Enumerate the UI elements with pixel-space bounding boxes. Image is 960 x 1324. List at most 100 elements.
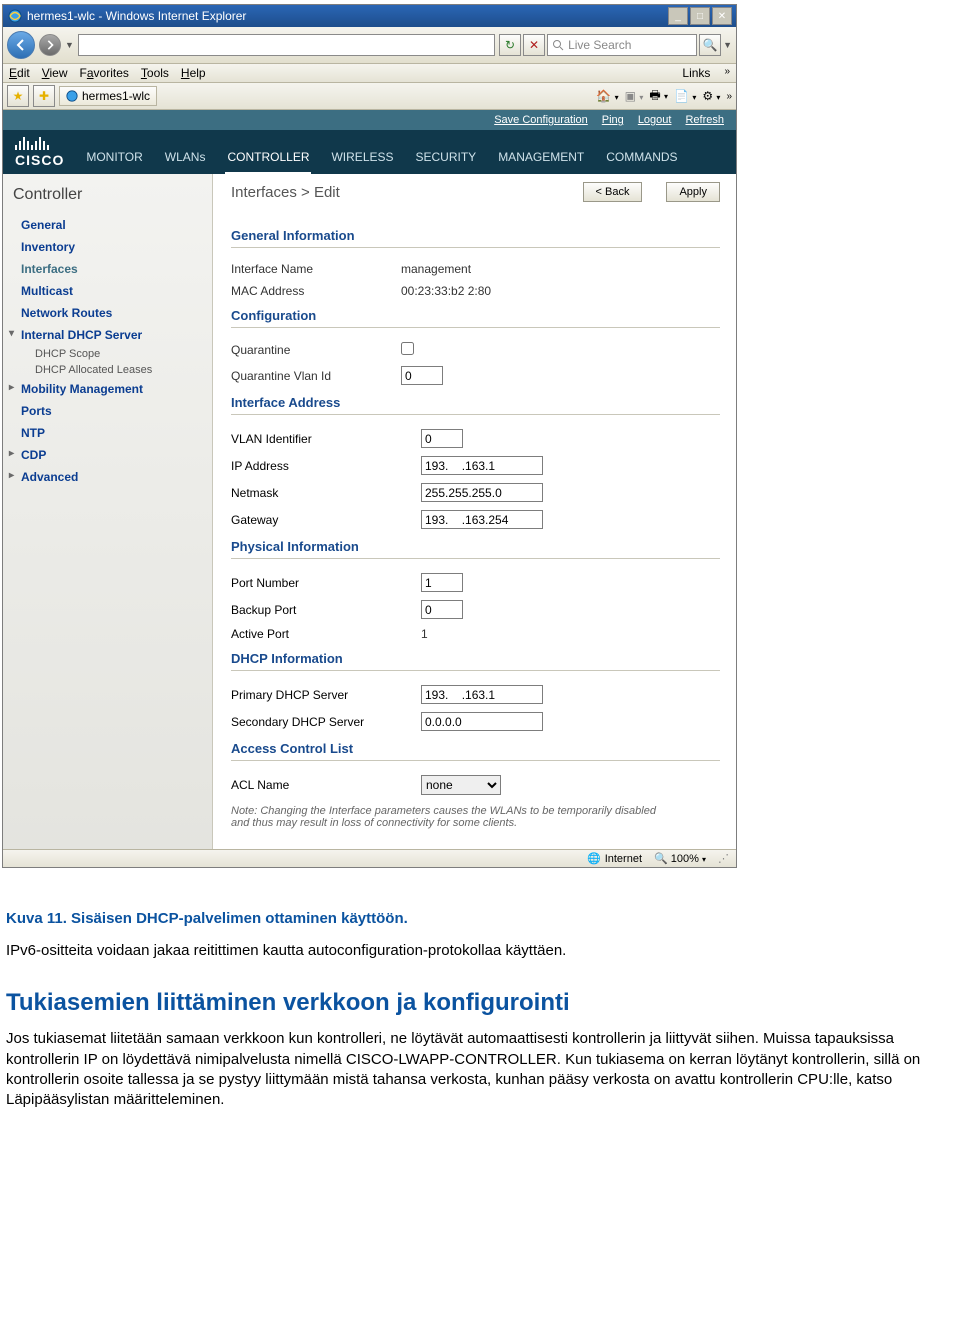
backup-port-input[interactable] [421,600,463,619]
tab-wireless[interactable]: WIRELESS [329,144,395,174]
window-title: hermes1-wlc - Windows Internet Explorer [27,9,668,23]
menu-edit[interactable]: Edit [9,66,30,80]
value-active-port: 1 [421,627,428,641]
tab-commands[interactable]: COMMANDS [604,144,679,174]
resize-grip-icon[interactable]: ⋰ [718,852,730,865]
label-netmask: Netmask [231,486,421,500]
menu-favorites[interactable]: Favorites [80,66,129,80]
menu-help[interactable]: Help [181,66,206,80]
label-gateway: Gateway [231,513,421,527]
doc-heading: Tukiasemien liittäminen verkkoon ja konf… [6,989,954,1017]
search-placeholder: Live Search [568,38,631,52]
sidebar-sub-dhcp-scope[interactable]: DHCP Scope [7,346,208,362]
maximize-button[interactable]: □ [690,7,710,25]
globe-icon: 🌐 [587,852,601,865]
back-nav-button[interactable] [7,31,35,59]
home-icon[interactable]: 🏠 ▾ [596,89,618,103]
sidebar-item-advanced[interactable]: Advanced [7,466,208,488]
doc-paragraph-2: Jos tukiasemat liitetään samaan verkkoon… [6,1029,954,1110]
security-zone: 🌐 Internet [587,852,642,865]
minimize-button[interactable]: _ [668,7,688,25]
ping-link[interactable]: Ping [602,114,624,126]
search-go-button[interactable]: 🔍 [699,34,721,56]
quarantine-vlan-input[interactable] [401,366,443,385]
label-backup-port: Backup Port [231,603,421,617]
nav-dropdown-icon[interactable]: ▼ [65,40,74,50]
sidebar-item-ntp[interactable]: NTP [7,422,208,444]
sidebar-item-general[interactable]: General [7,214,208,236]
refresh-link[interactable]: Refresh [685,114,724,126]
sidebar-sub-dhcp-alloc[interactable]: DHCP Allocated Leases [7,362,208,378]
search-dropdown-icon[interactable]: ▼ [723,40,732,50]
port-num-input[interactable] [421,573,463,592]
section-general: General Information [231,228,720,248]
browser-tab[interactable]: hermes1-wlc [59,86,157,106]
sidebar-item-network-routes[interactable]: Network Routes [7,302,208,324]
vlan-input[interactable] [421,429,463,448]
section-acl: Access Control List [231,741,720,761]
logout-link[interactable]: Logout [638,114,672,126]
menu-view[interactable]: View [42,66,68,80]
sidebar-item-cdp[interactable]: CDP [7,444,208,466]
menu-links[interactable]: Links [682,66,710,80]
label-secondary-dhcp: Secondary DHCP Server [231,715,421,729]
acl-name-select[interactable]: none [421,775,501,795]
back-button[interactable]: < Back [583,182,643,202]
refresh-icon[interactable]: ↻ [499,34,521,56]
label-quarantine: Quarantine [231,343,401,357]
print-icon[interactable]: 🖶 ▾ [649,86,668,107]
sidebar-item-multicast[interactable]: Multicast [7,280,208,302]
toolbar-overflow-icon[interactable]: » [726,91,732,102]
quarantine-checkbox[interactable] [401,342,414,355]
tab-security[interactable]: SECURITY [414,144,479,174]
address-bar[interactable] [78,34,495,56]
main-content: Interfaces > Edit < Back Apply General I… [213,174,736,849]
ie-titlebar: hermes1-wlc - Windows Internet Explorer … [3,5,736,27]
ie-logo-icon [7,8,23,24]
chevron-right-icon[interactable]: » [724,66,730,80]
netmask-input[interactable] [421,483,543,502]
ie-menubar: Edit View Favorites Tools Help Links » [3,64,736,83]
apply-button[interactable]: Apply [666,182,720,202]
secondary-dhcp-input[interactable] [421,712,543,731]
ip-input[interactable] [421,456,543,475]
page-icon[interactable]: 📄 ▾ [674,89,696,103]
label-quarantine-vlan: Quarantine Vlan Id [231,369,401,383]
section-phys: Physical Information [231,539,720,559]
save-config-link[interactable]: Save Configuration [494,114,588,126]
close-button[interactable]: ✕ [712,7,732,25]
gateway-input[interactable] [421,510,543,529]
value-mac: 00:23:33:b2 2:80 [401,284,491,298]
label-primary-dhcp: Primary DHCP Server [231,688,421,702]
label-active-port: Active Port [231,627,421,641]
tools-icon[interactable]: ⚙ ▾ [702,89,720,103]
figure-caption: Kuva 11. Sisäisen DHCP-palvelimen ottami… [6,910,954,927]
tab-management[interactable]: MANAGEMENT [496,144,586,174]
wlc-app: Save Configuration Ping Logout Refresh C… [3,110,736,849]
primary-dhcp-input[interactable] [421,685,543,704]
search-input[interactable]: Live Search [547,34,697,56]
tab-controller[interactable]: CONTROLLER [225,144,311,174]
ie-tab-row: ★ ✚ hermes1-wlc 🏠 ▾ ▣ ▾ 🖶 ▾ 📄 ▾ ⚙ ▾ » [3,83,736,110]
ie-statusbar: 🌐 Internet 🔍 100% ▾ ⋰ [3,849,736,867]
add-favorite-icon[interactable]: ✚ [33,85,55,107]
favorites-star-icon[interactable]: ★ [7,85,29,107]
forward-nav-button[interactable] [39,34,61,56]
feeds-icon[interactable]: ▣ ▾ [625,89,644,103]
section-dhcp: DHCP Information [231,651,720,671]
menu-tools[interactable]: Tools [141,66,169,80]
tab-monitor[interactable]: MONITOR [84,144,144,174]
sidebar-item-interfaces[interactable]: Interfaces [7,258,208,280]
tab-wlans[interactable]: WLANs [163,144,208,174]
label-interface-name: Interface Name [231,262,401,276]
ie-nav-row: ▼ ↻ ✕ Live Search 🔍 ▼ [3,27,736,64]
sidebar-item-mobility[interactable]: Mobility Management [7,378,208,400]
section-config: Configuration [231,308,720,328]
sidebar-item-internal-dhcp[interactable]: Internal DHCP Server [7,324,208,346]
wlc-header: Save Configuration Ping Logout Refresh C… [3,110,736,174]
sidebar-item-ports[interactable]: Ports [7,400,208,422]
sidebar-item-inventory[interactable]: Inventory [7,236,208,258]
stop-icon[interactable]: ✕ [523,34,545,56]
zoom-control[interactable]: 🔍 100% ▾ [654,852,706,865]
value-interface-name: management [401,262,471,276]
